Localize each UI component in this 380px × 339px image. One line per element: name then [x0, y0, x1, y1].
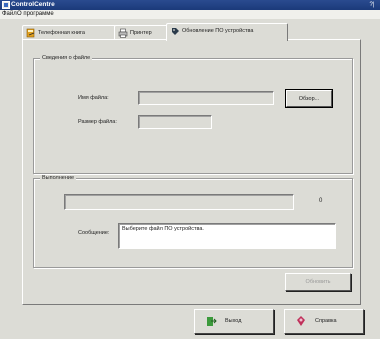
tab-phonebook[interactable]: Телефонная книга: [22, 25, 116, 40]
menu-about[interactable]: О программе: [17, 11, 54, 17]
menu-file[interactable]: Файл: [2, 11, 17, 17]
file-info-legend: Сведения о файле: [40, 55, 93, 61]
progress-bar: [64, 194, 294, 210]
help-button-label: Справка: [315, 318, 337, 324]
help-icon: [297, 316, 305, 326]
tab-phonebook-label: Телефонная книга: [38, 30, 85, 36]
window-title: ControlCentre: [11, 1, 55, 8]
exit-button[interactable]: Выход: [194, 309, 274, 334]
help-title-button[interactable]: ?|: [367, 1, 377, 9]
file-size-field: [138, 115, 212, 129]
update-button[interactable]: Обновить: [285, 273, 351, 291]
exit-button-label: Выход: [225, 318, 242, 324]
progress-group: Выполнение 0 Сообщение: Выберите файл ПО…: [33, 175, 353, 268]
tab-firmware-label: Обновление ПО устройства: [182, 28, 254, 34]
app-icon: [2, 1, 10, 9]
file-name-label: Имя файла:: [78, 95, 109, 101]
printer-icon: [118, 28, 128, 38]
tab-firmware-update[interactable]: Обновление ПО устройства: [166, 23, 288, 41]
exit-icon: [207, 317, 217, 326]
tab-printer-label: Принтер: [130, 30, 152, 36]
file-size-label: Размер файла:: [78, 119, 117, 125]
help-button[interactable]: Справка: [284, 309, 364, 334]
tab-printer[interactable]: Принтер: [114, 25, 168, 40]
phonebook-icon: [26, 28, 35, 38]
progress-percent: 0: [319, 198, 323, 204]
browse-button-label: Обзор...: [298, 95, 320, 102]
file-info-group: Сведения о файле Имя файла: Обзор... Раз…: [33, 55, 353, 174]
app-window: ControlCentre ?| Файл О программе Телефо…: [0, 0, 380, 339]
message-text: Выберите файл ПО устройства.: [122, 226, 204, 232]
file-name-field[interactable]: [138, 91, 274, 105]
menu-bar: Файл О программе: [0, 10, 380, 19]
firmware-icon: [172, 28, 179, 35]
update-button-label: Обновить: [305, 279, 331, 285]
message-box: Выберите файл ПО устройства.: [118, 223, 336, 249]
progress-legend: Выполнение: [40, 175, 77, 181]
tab-panel: Сведения о файле Имя файла: Обзор... Раз…: [22, 39, 361, 305]
browse-button[interactable]: Обзор...: [285, 89, 333, 108]
message-label: Сообщение:: [78, 230, 110, 236]
title-bar[interactable]: ControlCentre ?|: [0, 0, 380, 10]
